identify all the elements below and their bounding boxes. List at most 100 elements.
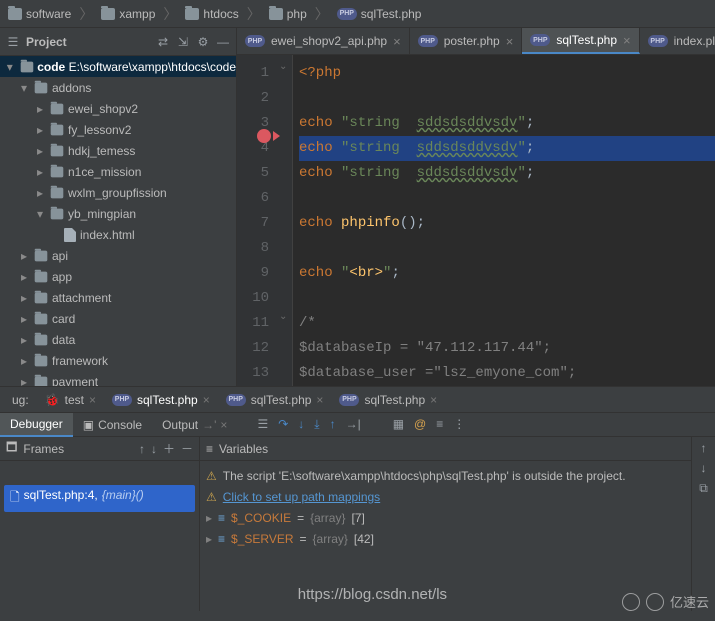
breadcrumb-item[interactable]: php [265, 5, 311, 23]
code-line[interactable]: echo "string sddsdsddvsdv"; [299, 161, 715, 186]
force-step-into-icon[interactable]: ⤓ [314, 417, 319, 432]
line-number[interactable]: 1 [237, 61, 269, 86]
expand-icon[interactable]: ▸ [34, 144, 46, 158]
code-line[interactable]: echo phpinfo(); [299, 211, 715, 236]
tree-folder[interactable]: ▸app [0, 266, 236, 287]
line-number[interactable]: 8 [237, 236, 269, 261]
evaluate-icon[interactable]: ▦ [393, 417, 404, 432]
close-icon[interactable]: × [89, 393, 96, 407]
expand-icon[interactable]: ▾ [4, 60, 16, 74]
line-number[interactable]: 7 [237, 211, 269, 236]
tree-folder[interactable]: ▸framework [0, 350, 236, 371]
tree-folder[interactable]: ▾yb_mingpian [0, 203, 236, 224]
line-number[interactable]: 6 [237, 186, 269, 211]
settings-icon[interactable]: ⋮ [453, 417, 465, 432]
line-number[interactable]: 11 [237, 311, 269, 336]
up-icon[interactable]: ↑ [701, 441, 707, 455]
run-to-cursor-icon[interactable]: →| [346, 417, 361, 432]
code-line[interactable] [299, 186, 715, 211]
expand-icon[interactable]: ▸ [34, 123, 46, 137]
code-line[interactable]: echo "string sddsdsddvsdv"; [299, 136, 715, 161]
expand-icon[interactable]: ▸ [18, 375, 30, 387]
expand-icon[interactable]: ▾ [18, 81, 30, 95]
expand-icon[interactable]: ▸ [18, 249, 30, 263]
list-icon[interactable]: ≡ [436, 417, 443, 432]
line-number[interactable]: 9 [237, 261, 269, 286]
code-line[interactable]: echo "<br>"; [299, 261, 715, 286]
frames-remove-icon[interactable]: － [181, 440, 193, 457]
code-line[interactable] [299, 236, 715, 261]
tree-file[interactable]: index.html [0, 224, 236, 245]
expand-icon[interactable]: ▾ [34, 207, 46, 221]
debug-run-tab[interactable]: 🐞test× [37, 387, 104, 413]
frames-prev-icon[interactable]: ↑ [139, 442, 145, 456]
frames-next-icon[interactable]: ↓ [151, 442, 157, 456]
line-number[interactable]: 12 [237, 336, 269, 361]
variable-row[interactable]: ▸ ≡ $_COOKIE = {array} [7] [200, 507, 691, 528]
debug-run-tab[interactable]: PHPsqlTest.php× [331, 387, 445, 413]
line-number[interactable]: 13 [237, 361, 269, 386]
path-mappings-link[interactable]: Click to set up path mappings [223, 490, 380, 504]
editor-tab[interactable]: PHPposter.php× [410, 28, 523, 54]
tab-debugger[interactable]: Debugger [0, 413, 73, 437]
expand-icon[interactable]: ▸ [18, 354, 30, 368]
variable-row[interactable]: ▸ ≡ $_SERVER = {array} [42] [200, 528, 691, 549]
copy-icon[interactable]: ⧉ [699, 481, 708, 496]
line-number[interactable]: 10 [237, 286, 269, 311]
step-out-icon[interactable]: ↑ [330, 417, 336, 432]
hide-icon[interactable]: — [216, 35, 230, 49]
code-line[interactable] [299, 286, 715, 311]
debug-run-tab[interactable]: PHPsqlTest.php× [104, 387, 218, 413]
frames-add-icon[interactable]: ＋ [163, 440, 175, 457]
tree-folder[interactable]: ▸hdkj_temess [0, 140, 236, 161]
project-tree[interactable]: ▾code E:\software\xampp\htdocs\code▾addo… [0, 56, 236, 386]
code-area[interactable]: 12345678910111213 ⌄ ⌄ <?phpecho "string … [237, 55, 715, 386]
close-icon[interactable]: × [316, 393, 323, 407]
breakpoint-icon[interactable] [257, 129, 271, 143]
expand-icon[interactable]: ▸ [18, 333, 30, 347]
close-icon[interactable]: × [393, 34, 401, 49]
gutter[interactable]: 12345678910111213 [237, 55, 277, 386]
breadcrumb-item[interactable]: xampp [97, 5, 159, 23]
close-icon[interactable]: × [203, 393, 210, 407]
debug-run-tab[interactable]: PHPsqlTest.php× [218, 387, 332, 413]
code-line[interactable]: $databaseIp = "47.112.117.44"; [299, 336, 715, 361]
tree-folder[interactable]: ▸payment [0, 371, 236, 386]
close-icon[interactable]: × [506, 34, 514, 49]
expand-icon[interactable]: ▸ [18, 270, 30, 284]
scroll-from-source-icon[interactable]: ⇄ [156, 35, 170, 49]
fold-column[interactable]: ⌄ ⌄ [277, 55, 293, 386]
layout-icon[interactable]: ☰ [257, 417, 268, 432]
tree-folder[interactable]: ▸n1ce_mission [0, 161, 236, 182]
expand-icon[interactable]: ▸ [34, 165, 46, 179]
breadcrumb-item[interactable]: htdocs [181, 5, 242, 23]
editor-tab[interactable]: PHPsqlTest.php× [522, 28, 639, 54]
tree-folder[interactable]: ▾addons [0, 77, 236, 98]
tree-folder[interactable]: ▸data [0, 329, 236, 350]
down-icon[interactable]: ↓ [701, 461, 707, 475]
expand-icon[interactable]: ▸ [18, 291, 30, 305]
at-icon[interactable]: @ [414, 417, 426, 432]
tree-folder[interactable]: ▸api [0, 245, 236, 266]
close-icon[interactable]: × [623, 33, 631, 48]
expand-icon[interactable]: ▸ [206, 511, 212, 525]
tree-folder[interactable]: ▸fy_lessonv2 [0, 119, 236, 140]
tree-folder[interactable]: ▸card [0, 308, 236, 329]
breadcrumb-item[interactable]: PHPsqlTest.php [333, 5, 426, 23]
breadcrumb-item[interactable]: software [4, 5, 75, 23]
expand-icon[interactable]: ▸ [34, 186, 46, 200]
tree-folder[interactable]: ▸attachment [0, 287, 236, 308]
line-number[interactable]: 5 [237, 161, 269, 186]
close-icon[interactable]: × [430, 393, 437, 407]
step-into-icon[interactable]: ↓ [298, 417, 304, 432]
step-over-icon[interactable]: ↷ [278, 417, 288, 432]
expand-icon[interactable]: ▸ [34, 102, 46, 116]
editor-tab[interactable]: PHPindex.pl× [640, 28, 715, 54]
tab-output[interactable]: Output→'× [152, 413, 237, 437]
fold-toggle-icon[interactable]: ⌄ [279, 311, 287, 323]
code-line[interactable]: $database_user ="lsz_emyone_com"; [299, 361, 715, 386]
tab-console[interactable]: ▣Console [73, 413, 152, 437]
collapse-icon[interactable]: ⇲ [176, 35, 190, 49]
tree-folder[interactable]: ▸ewei_shopv2 [0, 98, 236, 119]
gear-icon[interactable]: ⚙ [196, 35, 210, 49]
